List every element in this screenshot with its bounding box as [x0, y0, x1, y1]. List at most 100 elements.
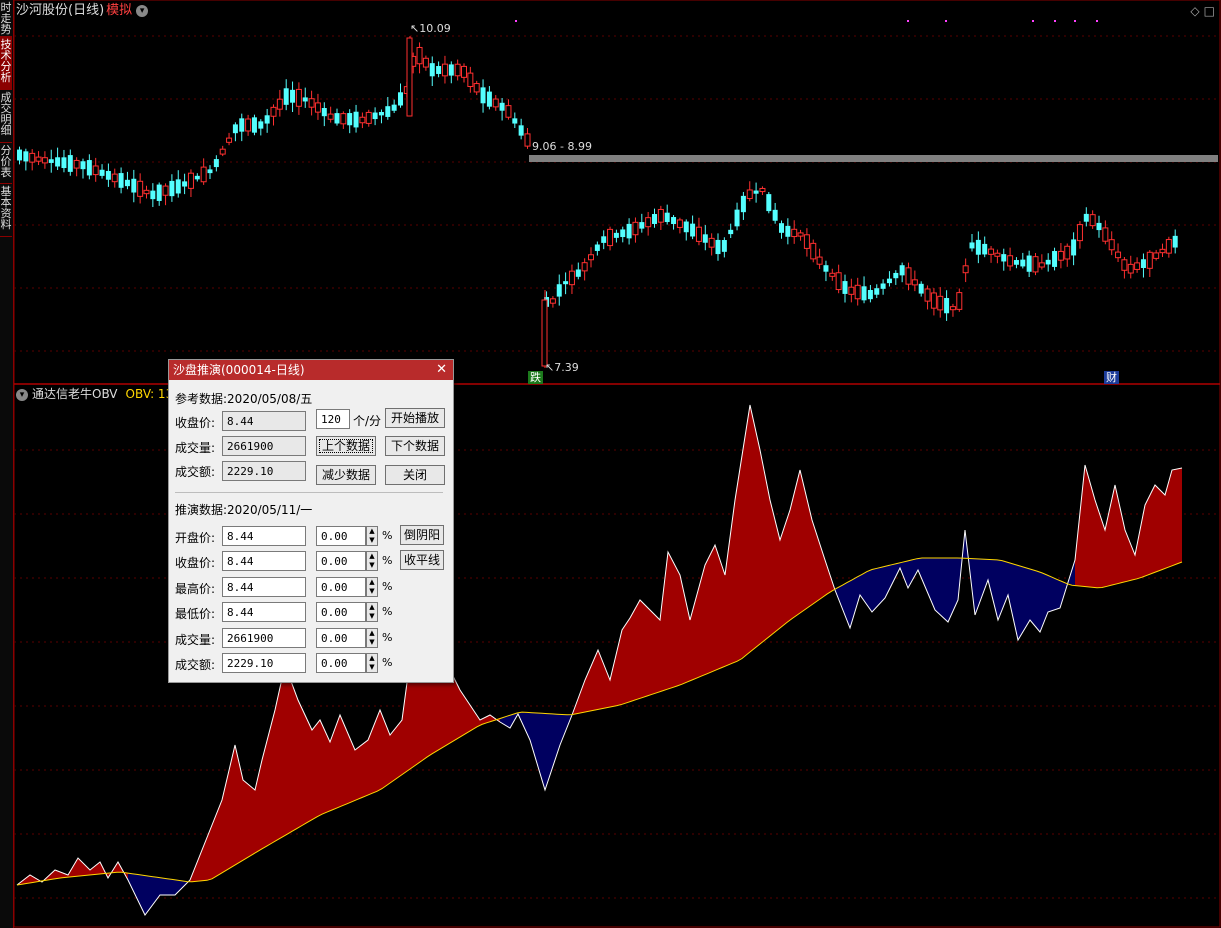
sim-volume-pct-field[interactable]: 0.00	[316, 627, 366, 648]
percent-sign: %	[382, 529, 393, 542]
obv-fill-segment	[298, 700, 312, 828]
spinner-icon[interactable]: ▲ ▼	[366, 653, 378, 673]
sim-high-label: 最高价:	[175, 581, 216, 596]
candle-down	[594, 244, 600, 251]
sim-amount-field[interactable]: 2229.10	[222, 653, 306, 673]
sim-close-label: 收盘价:	[175, 556, 216, 571]
candle-down	[239, 118, 245, 132]
candle-down	[715, 239, 721, 255]
obv-fill-segment	[640, 600, 660, 699]
candle-down	[1013, 260, 1019, 265]
obv-fill-segment	[690, 565, 705, 681]
candle-down	[842, 281, 848, 294]
candle-up	[695, 226, 702, 242]
dialog-title-bar[interactable]: 沙盘推演(000014-日线) ✕	[169, 360, 453, 380]
candle-down	[391, 104, 397, 111]
candle-down	[886, 278, 892, 284]
obv-fill-segment	[705, 545, 715, 675]
spinner-icon[interactable]: ▲ ▼	[366, 526, 378, 546]
candle-up	[949, 306, 956, 311]
candle-up	[308, 98, 315, 108]
play-button[interactable]: 开始播放	[385, 408, 445, 428]
obv-fill-segment	[975, 558, 988, 615]
obv-fill-segment	[160, 877, 175, 895]
candle-up	[41, 157, 48, 164]
sim-high-field[interactable]: 8.44	[222, 576, 306, 597]
candle-up	[226, 137, 233, 143]
candle-up	[994, 252, 1001, 257]
candle-up	[467, 72, 474, 88]
flat-close-button[interactable]: 收平线	[400, 550, 444, 570]
reduce-data-button[interactable]: 减少数据	[316, 465, 376, 485]
sim-open-pct-field[interactable]: 0.00	[316, 526, 366, 546]
candle-down	[753, 190, 759, 194]
obv-fill-segment	[850, 575, 860, 628]
event-marker	[1032, 20, 1034, 22]
sim-high-pct-field[interactable]: 0.00	[316, 576, 366, 597]
mode-badge[interactable]: 模拟	[106, 3, 132, 18]
invert-candle-button[interactable]: 倒阴阳	[400, 525, 444, 545]
candle-down	[1140, 259, 1146, 268]
close-icon[interactable]: ✕	[436, 360, 447, 380]
finance-tag[interactable]: 财	[1104, 371, 1119, 384]
obv-fill-segment	[1048, 575, 1060, 612]
indicator-name[interactable]: 通达信老牛OBV	[32, 387, 118, 401]
indicator-header: ▾ 通达信老牛OBV OBV: 13	[16, 386, 173, 402]
obv-fill-segment	[1155, 485, 1165, 573]
spinner-icon[interactable]: ▲ ▼	[366, 627, 378, 648]
candle-up	[422, 57, 429, 68]
obv-fill-segment	[860, 569, 872, 612]
candle-up	[568, 270, 575, 286]
candle-up	[35, 156, 42, 162]
drop-tag[interactable]: 跌	[528, 371, 543, 384]
candle-down	[601, 236, 607, 243]
sim-amount-pct-field[interactable]: 0.00	[316, 653, 366, 673]
candle-up	[924, 288, 931, 302]
candle-up	[746, 189, 753, 200]
ref-amount-label: 成交额:	[175, 465, 216, 479]
candle-up	[956, 292, 963, 310]
chevron-down-icon[interactable]: ▾	[16, 388, 28, 401]
candle-down	[232, 124, 238, 134]
candle-down	[563, 281, 569, 285]
obv-fill-segment	[320, 720, 330, 815]
spinner-icon[interactable]: ▲ ▼	[366, 551, 378, 572]
obv-fill-segment	[1125, 530, 1135, 582]
obv-fill-segment	[585, 650, 598, 712]
candle-up	[676, 219, 683, 228]
close-button[interactable]: 关闭	[385, 465, 445, 485]
candle-down	[867, 289, 873, 300]
candle-up	[835, 272, 842, 291]
chevron-down-icon[interactable]: ▾	[136, 4, 149, 17]
candle-down	[118, 173, 124, 188]
sim-low-pct-field[interactable]: 0.00	[316, 602, 366, 623]
sim-open-field[interactable]: 8.44	[222, 526, 306, 546]
obv-fill-segment	[1165, 470, 1172, 569]
speed-unit: 个/分	[353, 414, 382, 428]
candle-up	[1076, 224, 1083, 242]
candle-down	[207, 169, 213, 174]
diamond-icon[interactable]: ◇	[1190, 4, 1199, 18]
prev-data-button[interactable]: 上个数据	[316, 436, 376, 456]
candle-down	[1071, 239, 1077, 256]
sim-close-pct-field[interactable]: 0.00	[316, 551, 366, 572]
candle-up	[92, 165, 99, 176]
candle-up	[1153, 252, 1160, 259]
event-marker	[1054, 20, 1056, 22]
ref-amount-field: 2229.10	[222, 461, 306, 481]
candle-up	[541, 299, 548, 367]
sim-close-field[interactable]: 8.44	[222, 551, 306, 572]
sim-low-field[interactable]: 8.44	[222, 602, 306, 623]
next-data-button[interactable]: 下个数据	[385, 436, 445, 456]
candle-down	[353, 111, 359, 128]
spinner-icon[interactable]: ▲ ▼	[366, 576, 378, 597]
candle-down	[131, 178, 137, 193]
sim-volume-field[interactable]: 2661900	[222, 627, 306, 648]
spinner-icon[interactable]: ▲ ▼	[366, 602, 378, 623]
obv-fill-segment	[800, 470, 812, 613]
square-icon[interactable]: □	[1204, 4, 1215, 18]
speed-input[interactable]: 120	[316, 409, 350, 429]
candle-up	[803, 234, 810, 249]
obv-fill-segment	[275, 665, 285, 842]
candle-down	[1045, 259, 1051, 265]
